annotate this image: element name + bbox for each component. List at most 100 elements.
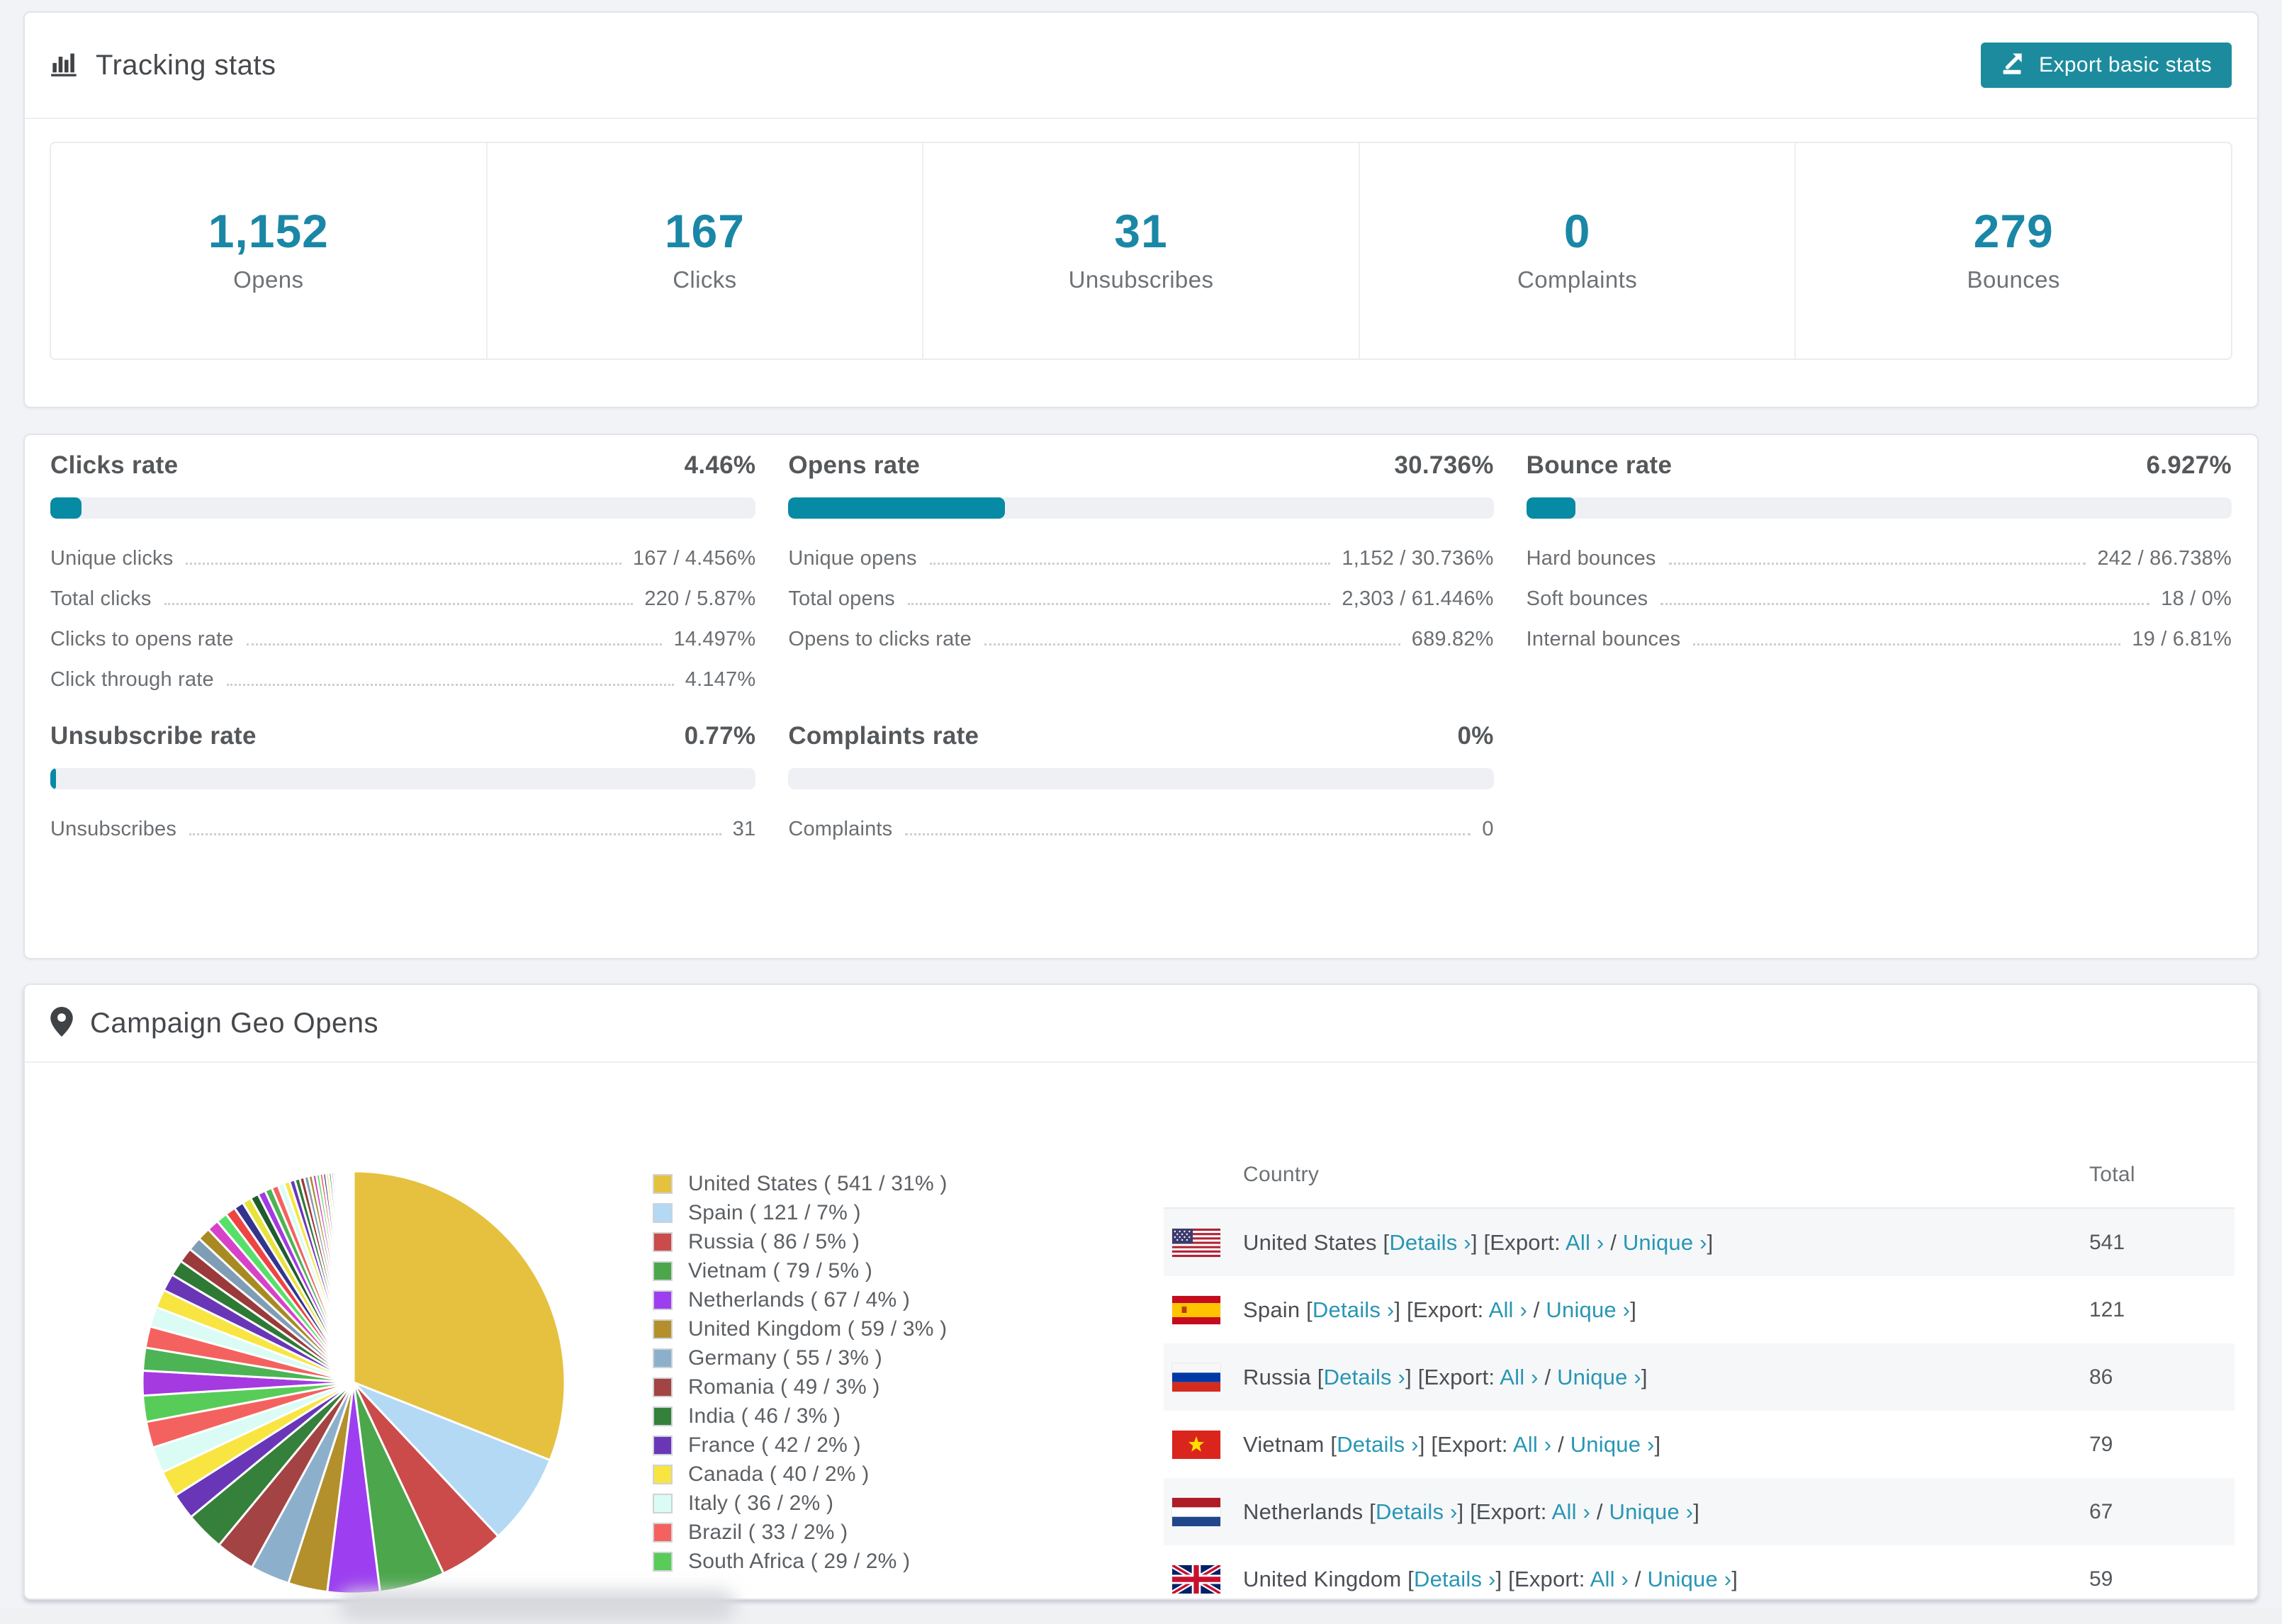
geo-row-static-text: / (1551, 1431, 1570, 1457)
legend-label: Germany ( 55 / 3% ) (688, 1346, 882, 1370)
geo-content: United States ( 541 / 31% ) Spain ( 121 /… (25, 1063, 2257, 1598)
summary-stat-value: 279 (1973, 205, 2054, 257)
dotted-leader (907, 603, 1331, 605)
export-unique-link[interactable]: Unique › (1570, 1432, 1655, 1457)
export-all-link[interactable]: All › (1566, 1230, 1604, 1255)
legend-swatch (653, 1435, 673, 1455)
legend-item: Romania ( 49 / 3% ) (653, 1372, 948, 1402)
tracking-stats-header: Tracking stats Export basic stats (25, 13, 2257, 118)
campaign-overview-page: Tracking stats Export basic stats 1,152 O… (0, 0, 2282, 1624)
export-all-link[interactable]: All › (1500, 1365, 1538, 1389)
progress-bar (50, 497, 756, 519)
pie-slice[interactable] (352, 1170, 355, 1383)
export-unique-link[interactable]: Unique › (1623, 1230, 1707, 1255)
geo-row-total: 79 (2089, 1432, 2113, 1456)
rate-detail-label: Soft bounces (1526, 587, 1648, 610)
legend-swatch (653, 1261, 673, 1281)
export-icon (2001, 49, 2028, 81)
rate-detail-label: Clicks to opens rate (50, 628, 234, 650)
details-link[interactable]: Details › (1389, 1230, 1471, 1255)
page-title: Tracking stats (96, 49, 276, 81)
legend-item: France ( 42 / 2% ) (653, 1431, 948, 1460)
summary-strip: 1,152 Opens 167 Clicks 31 Unsubscribes 0 Compla… (50, 142, 2232, 360)
rate-block-bounce-rate: Bounce rate 6.927% Hard bounces 242 / 86.73… (1526, 449, 2232, 709)
summary-stat-complaints: 0 Complaints (1360, 143, 1797, 359)
summary-stat-value: 31 (1114, 205, 1168, 257)
details-link[interactable]: Details › (1414, 1567, 1496, 1591)
rate-detail-row: Unique clicks 167 / 4.456% (50, 547, 755, 587)
export-unique-link[interactable]: Unique › (1546, 1297, 1630, 1322)
rate-detail-row: Complaints 0 (788, 818, 1493, 858)
rate-detail-label: Complaints (788, 818, 893, 840)
legend-swatch (653, 1231, 673, 1252)
rate-detail-row: Click through rate 4.147% (50, 668, 755, 709)
details-link[interactable]: Details › (1337, 1432, 1419, 1457)
rate-detail-label: Total opens (788, 587, 895, 610)
details-link[interactable]: Details › (1376, 1499, 1458, 1524)
geo-opens-header: Campaign Geo Opens (25, 985, 2257, 1061)
geo-row-static-text: Vietnam [ (1243, 1431, 1337, 1457)
rate-detail-rows: Complaints 0 (788, 818, 1493, 858)
legend-item: Spain ( 121 / 7% ) (653, 1198, 948, 1227)
rate-detail-row: Opens to clicks rate 689.82% (788, 628, 1493, 668)
export-all-link[interactable]: All › (1489, 1297, 1527, 1322)
rate-detail-value: 167 / 4.456% (633, 547, 756, 570)
rate-title-row: Unsubscribe rate 0.77% (50, 720, 755, 752)
details-link[interactable]: Details › (1324, 1365, 1406, 1389)
geo-row-static-text: / (1590, 1499, 1609, 1524)
export-unique-link[interactable]: Unique › (1557, 1365, 1641, 1389)
map-pin-icon (50, 1006, 73, 1040)
summary-stat-value: 1,152 (208, 205, 329, 257)
legend-swatch (653, 1406, 673, 1426)
total-column-header: Total (2089, 1163, 2135, 1186)
dotted-leader (929, 563, 1331, 565)
rate-value: 6.927% (2146, 451, 2232, 479)
legend-item: United Kingdom ( 59 / 3% ) (653, 1314, 948, 1343)
summary-stat-opens: 1,152 Opens (51, 143, 488, 359)
geo-row-static-text: United States [ (1243, 1229, 1390, 1255)
progress-fill (50, 768, 56, 789)
dotted-leader (1693, 643, 2121, 645)
rate-detail-rows: Hard bounces 242 / 86.738% Soft bounces 18 … (1527, 547, 2232, 668)
legend-swatch (653, 1173, 673, 1194)
legend-swatch (653, 1290, 673, 1310)
flag-vn-icon (1172, 1430, 1220, 1459)
geo-row-static-text: ] (1707, 1229, 1714, 1255)
geo-row-total: 86 (2089, 1365, 2113, 1389)
geo-row-text: Russia [Details ›] [Export: All › / Uniq… (1243, 1365, 2089, 1390)
rate-detail-value: 31 (732, 818, 756, 840)
rate-detail-rows: Unique clicks 167 / 4.456% Total clicks 220… (50, 547, 755, 709)
summary-stat-label: Bounces (1967, 266, 2060, 293)
horizontal-scrollbar-thumb[interactable] (339, 1590, 736, 1621)
export-basic-stats-button[interactable]: Export basic stats (1981, 43, 2232, 88)
rate-title: Bounce rate (1526, 451, 1673, 479)
rate-block-unsubscribe-rate: Unsubscribe rate 0.77% Unsubscribes 31 (50, 720, 756, 858)
legend-item: South Africa ( 29 / 2% ) (653, 1547, 948, 1576)
geo-opens-pie-chart (141, 1170, 566, 1595)
geo-row-total: 67 (2089, 1499, 2113, 1523)
geo-row-total: 121 (2089, 1297, 2125, 1321)
dotted-leader (905, 833, 1471, 835)
rate-detail-value: 18 / 0% (2161, 587, 2232, 610)
rate-detail-row: Total clicks 220 / 5.87% (50, 587, 755, 628)
rate-block-clicks-rate: Clicks rate 4.46% Unique clicks 167 / 4.456… (50, 449, 756, 709)
geo-row-static-text: United Kingdom [ (1243, 1566, 1414, 1591)
flag-us-icon (1172, 1228, 1220, 1257)
geo-table-header: Country Total (1164, 1142, 2235, 1209)
legend-swatch (653, 1464, 673, 1484)
rate-detail-value: 242 / 86.738% (2097, 547, 2232, 570)
rates-grid: Clicks rate 4.46% Unique clicks 167 / 4.456… (25, 435, 2257, 858)
details-link[interactable]: Details › (1313, 1297, 1395, 1322)
export-unique-link[interactable]: Unique › (1609, 1499, 1693, 1524)
legend-item: India ( 46 / 3% ) (653, 1402, 948, 1431)
geo-table-row-es: Spain [Details ›] [Export: All › / Uniqu… (1164, 1276, 2235, 1343)
geo-table-row-vn: Vietnam [Details ›] [Export: All › / Uni… (1164, 1411, 2235, 1478)
legend-label: Romania ( 49 / 3% ) (688, 1375, 880, 1399)
geo-row-static-text: ] (1654, 1431, 1661, 1457)
header-divider (25, 118, 2257, 119)
rate-detail-label: Click through rate (50, 668, 214, 691)
export-all-link[interactable]: All › (1552, 1499, 1590, 1524)
export-all-link[interactable]: All › (1590, 1567, 1629, 1591)
export-all-link[interactable]: All › (1513, 1432, 1551, 1457)
export-unique-link[interactable]: Unique › (1648, 1567, 1732, 1591)
